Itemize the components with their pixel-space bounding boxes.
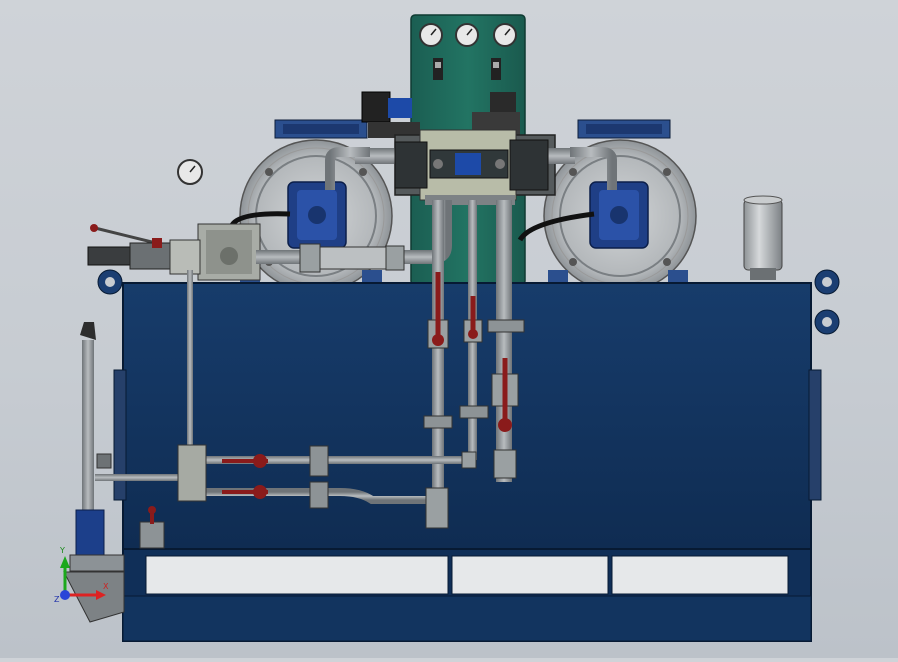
gauge-switch-2 — [491, 58, 501, 80]
hydraulic-power-unit-model: X Y Z — [54, 14, 840, 642]
ball-valve-with-lever — [87, 224, 171, 270]
gauge-switch-1 — [433, 58, 443, 80]
pipe-clamp-1 — [487, 319, 525, 333]
pipe-clamp-2 — [459, 405, 489, 419]
panel-gauge-1 — [419, 23, 443, 47]
triad-z-label: Z — [54, 595, 60, 604]
vertical-pipe-3 — [496, 200, 512, 482]
triad-z-axis — [60, 590, 70, 600]
pipe-clamp-3 — [423, 415, 453, 429]
vertical-pipe-1 — [432, 200, 444, 520]
vertical-pipe-gauge — [187, 270, 193, 450]
fitting-left — [96, 453, 112, 469]
filter-housing — [169, 223, 261, 281]
triad-x-label: X — [103, 582, 109, 591]
air-breather-filter — [743, 195, 783, 280]
panel-gauge-3 — [493, 23, 517, 47]
cad-viewport[interactable]: X Y Z — [0, 0, 898, 658]
triad-y-label: Y — [59, 546, 65, 555]
motor-right — [543, 119, 697, 293]
panel-gauge-2 — [455, 23, 479, 47]
